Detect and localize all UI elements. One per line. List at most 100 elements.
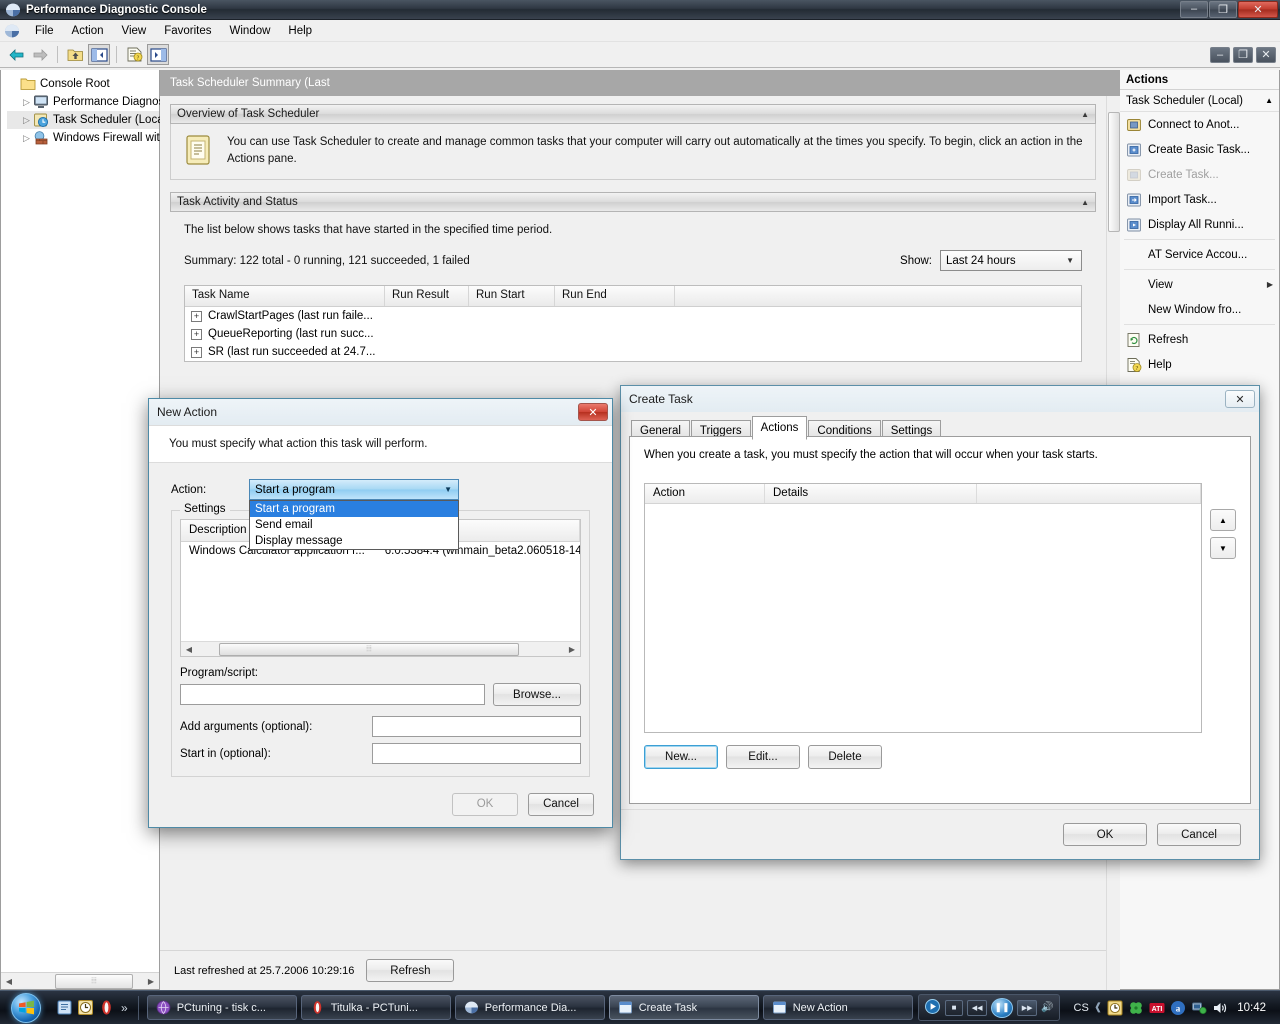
next-button[interactable]: ▶▶ — [1017, 999, 1038, 1016]
dropdown-option-start-a-program[interactable]: Start a program — [250, 501, 458, 517]
taskbar-item-titulka-pctuning[interactable]: Titulka - PCTuni... — [300, 995, 451, 1020]
show-desktop-icon[interactable] — [56, 999, 73, 1016]
action-connect-to-another-computer[interactable]: Connect to Anot... — [1120, 112, 1279, 137]
network-icon[interactable] — [1191, 1000, 1207, 1016]
refresh-button[interactable]: Refresh — [366, 959, 455, 982]
column-header-task-name[interactable]: Task Name — [185, 286, 385, 306]
close-button[interactable]: ✕ — [1238, 0, 1278, 18]
action-import-task[interactable]: Import Task... — [1120, 187, 1279, 212]
taskbar-item-new-action[interactable]: New Action — [762, 995, 913, 1020]
menu-item-window[interactable]: Window — [221, 22, 280, 40]
table-row[interactable]: + SR (last run succeeded at 24.7... — [185, 343, 1081, 361]
action-display-all-running-tasks[interactable]: Display All Runni... — [1120, 212, 1279, 237]
tree-twisty[interactable]: ▷ — [20, 133, 33, 144]
scroll-thumb[interactable]: ⦙⦙⦙ — [219, 642, 519, 656]
tree-item-console-root[interactable]: Console Root — [7, 75, 159, 93]
action-dropdown-list[interactable]: Start a program Send email Display messa… — [249, 500, 459, 550]
language-indicator[interactable]: CS — [1074, 1002, 1089, 1014]
show-action-pane-icon[interactable] — [147, 44, 169, 65]
volume-icon[interactable]: 🔊 — [1041, 1002, 1053, 1013]
chevron-up-icon[interactable]: ▲ — [1265, 96, 1273, 105]
action-refresh[interactable]: Refresh — [1120, 327, 1279, 352]
browse-button[interactable]: Browse... — [493, 683, 581, 706]
tree-twisty[interactable]: ▷ — [20, 97, 33, 108]
tree-horizontal-scrollbar[interactable]: ◀ ⦙⦙⦙ ▶ — [1, 972, 159, 989]
column-header-action[interactable]: Action — [645, 484, 765, 503]
mdi-minimize-button[interactable]: – — [1210, 46, 1230, 63]
action-dropdown[interactable]: Start a program ▼ — [249, 479, 459, 500]
start-in-input[interactable] — [372, 743, 581, 764]
menu-item-view[interactable]: View — [113, 22, 156, 40]
tree-twisty[interactable]: ▷ — [20, 115, 33, 126]
menu-item-favorites[interactable]: Favorites — [155, 22, 220, 40]
maximize-button[interactable]: ❐ — [1209, 0, 1237, 18]
dropdown-option-send-email[interactable]: Send email — [250, 517, 458, 533]
overview-panel-header[interactable]: Overview of Task Scheduler ▲ — [170, 104, 1096, 124]
column-header-run-result[interactable]: Run Result — [385, 286, 469, 306]
start-button[interactable] — [2, 992, 50, 1024]
clock-tray-icon[interactable] — [1107, 1000, 1123, 1016]
cancel-button[interactable]: Cancel — [1157, 823, 1241, 846]
actions-list[interactable]: Action Details — [644, 483, 1202, 733]
scroll-track[interactable]: ⦙⦙⦙ — [17, 973, 143, 989]
minimize-button[interactable]: – — [1180, 0, 1208, 18]
action-new-window-from-here[interactable]: New Window fro... — [1120, 297, 1279, 322]
tree-item-windows-firewall[interactable]: ▷ Windows Firewall wit — [7, 129, 160, 147]
opera-icon[interactable] — [98, 999, 115, 1016]
cancel-button[interactable]: Cancel — [528, 792, 594, 816]
menu-item-action[interactable]: Action — [63, 22, 113, 40]
chevron-down-icon[interactable]: ▼ — [444, 485, 452, 494]
action-at-service-account[interactable]: AT Service Accou... — [1120, 242, 1279, 267]
chevron-up-icon[interactable]: ▲ — [1081, 110, 1089, 119]
menu-item-file[interactable]: File — [26, 22, 63, 40]
ok-button[interactable]: OK — [1063, 823, 1147, 846]
table-row[interactable]: + CrawlStartPages (last run faile... — [185, 307, 1081, 325]
clock-gadget-icon[interactable] — [77, 999, 94, 1016]
activity-panel-header[interactable]: Task Activity and Status ▲ — [170, 192, 1096, 212]
scroll-track[interactable]: ⦙⦙⦙ — [197, 642, 564, 656]
scroll-left-icon[interactable]: ◀ — [1, 974, 17, 989]
chevron-up-icon[interactable]: ▲ — [1081, 198, 1089, 207]
edit-action-button[interactable]: Edit... — [726, 745, 800, 769]
table-row[interactable]: + QueueReporting (last run succ... — [185, 325, 1081, 343]
description-horizontal-scrollbar[interactable]: ◀ ⦙⦙⦙ ▶ — [181, 641, 580, 656]
acrobat-icon[interactable]: a — [1170, 1000, 1186, 1016]
back-icon[interactable] — [5, 44, 27, 65]
forward-icon[interactable] — [29, 44, 51, 65]
expand-icon[interactable]: + — [191, 328, 202, 340]
scroll-thumb[interactable]: ⦙⦙⦙ — [55, 973, 133, 989]
close-icon[interactable]: ✕ — [1225, 390, 1255, 408]
action-help[interactable]: ? Help — [1120, 352, 1279, 377]
mdi-maximize-button[interactable]: ❐ — [1233, 46, 1253, 63]
mdi-close-button[interactable]: ✕ — [1256, 46, 1276, 63]
column-header-details[interactable]: Details — [765, 484, 977, 503]
quicklaunch-chevron-icon[interactable]: » — [121, 1001, 128, 1015]
column-header-run-start[interactable]: Run Start — [469, 286, 555, 306]
scroll-right-icon[interactable]: ▶ — [143, 974, 159, 989]
arguments-input[interactable] — [372, 716, 581, 737]
tab-actions[interactable]: Actions — [751, 416, 808, 440]
scroll-left-icon[interactable]: ◀ — [181, 642, 197, 657]
close-icon[interactable]: ✕ — [578, 403, 608, 421]
action-view[interactable]: View ▶ — [1120, 272, 1279, 297]
taskbar-item-performance-diagnostic[interactable]: Performance Dia... — [454, 995, 605, 1020]
ati-icon[interactable]: ATI — [1149, 1000, 1165, 1016]
play-pause-button[interactable]: ❚❚ — [991, 997, 1014, 1018]
scroll-right-icon[interactable]: ▶ — [564, 642, 580, 657]
show-period-dropdown[interactable]: Last 24 hours ▼ — [940, 250, 1082, 271]
new-action-button[interactable]: New... — [644, 745, 718, 769]
chevron-down-icon[interactable]: ▼ — [1066, 256, 1074, 265]
volume-icon[interactable] — [1212, 1000, 1228, 1016]
up-one-level-icon[interactable] — [64, 44, 86, 65]
chevron-right-icon[interactable]: ▶ — [1267, 280, 1273, 289]
scroll-thumb[interactable] — [1108, 112, 1120, 232]
previous-button[interactable]: ◀◀ — [967, 999, 988, 1016]
program-script-input[interactable] — [180, 684, 485, 705]
taskbar-clock[interactable]: 10:42 — [1237, 1002, 1266, 1014]
clover-icon[interactable] — [1128, 1000, 1144, 1016]
dropdown-option-display-message[interactable]: Display message — [250, 533, 458, 549]
delete-action-button[interactable]: Delete — [808, 745, 882, 769]
column-header-blank[interactable] — [977, 484, 1201, 503]
taskbar-item-create-task[interactable]: Create Task — [608, 995, 759, 1020]
tree-item-performance-diagnostics[interactable]: ▷ Performance Diagnos — [7, 93, 164, 111]
